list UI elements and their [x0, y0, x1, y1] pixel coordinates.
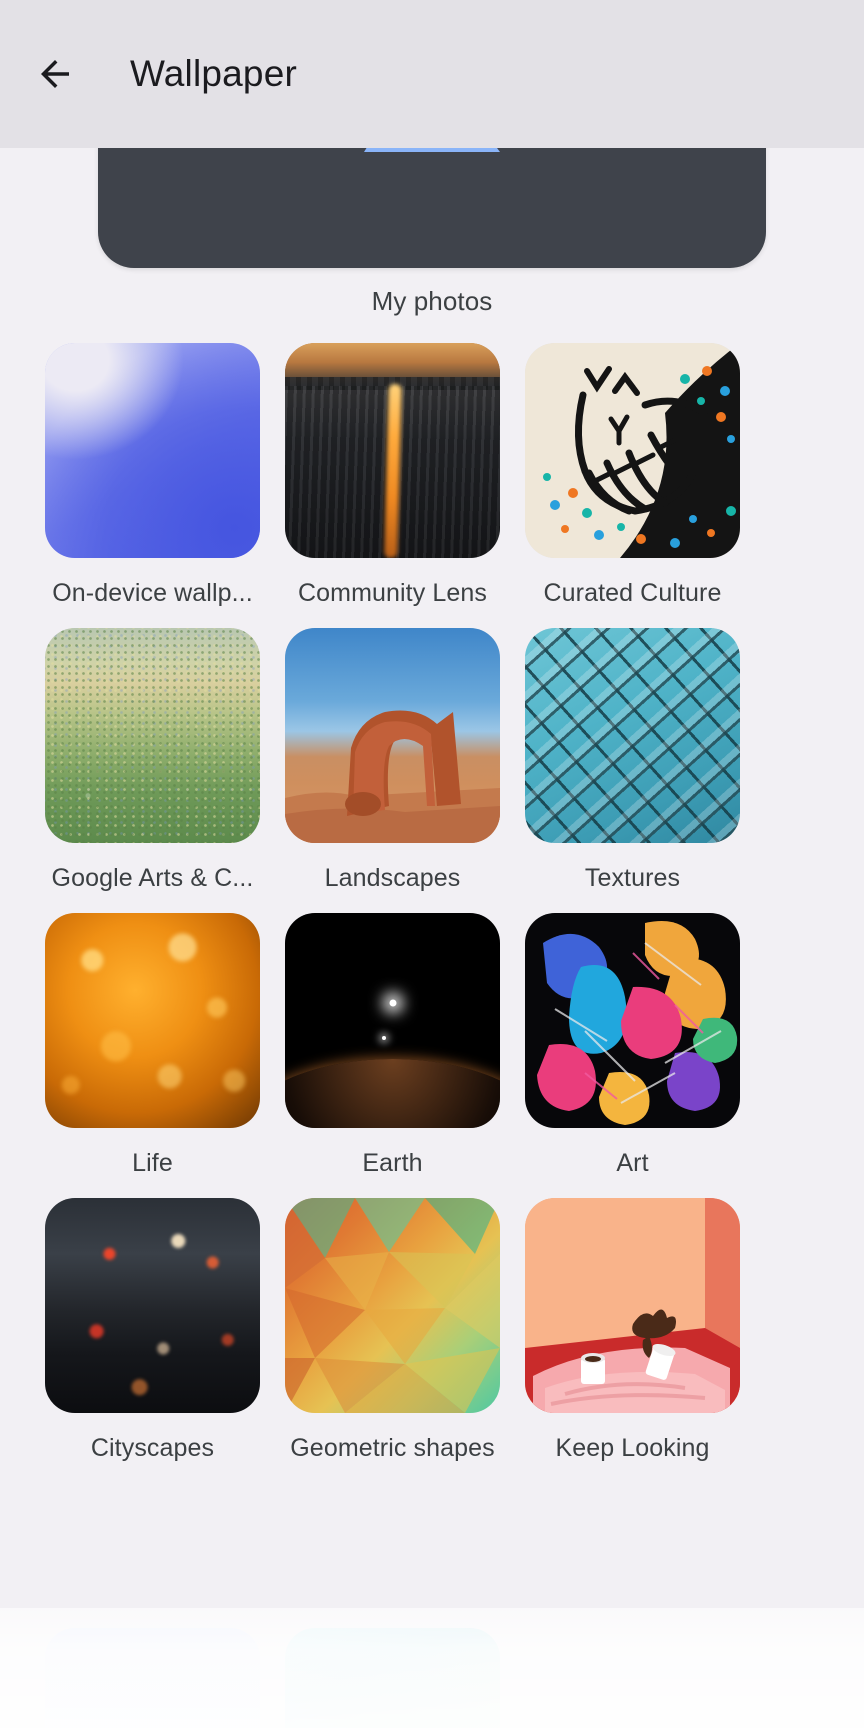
life-artwork	[45, 913, 260, 1128]
arrow-left-icon	[41, 60, 69, 88]
app-bar: Wallpaper	[0, 0, 864, 148]
earth-artwork	[285, 913, 500, 1128]
category-tile-geometric-shapes[interactable]: Geometric shapes	[285, 1198, 500, 1483]
google-arts-culture-artwork	[45, 628, 260, 843]
category-thumbnail[interactable]	[285, 343, 500, 558]
category-tile-curated-culture[interactable]: Curated Culture	[525, 343, 740, 628]
geometric-shapes-artwork	[285, 1198, 500, 1413]
category-tile-landscapes[interactable]: Landscapes	[285, 628, 500, 913]
category-label: Textures	[584, 863, 681, 892]
category-label: Life	[132, 1148, 173, 1177]
category-tile-keep-looking[interactable]: Keep Looking	[525, 1198, 740, 1483]
category-thumbnail[interactable]	[45, 1198, 260, 1413]
category-thumbnail[interactable]	[45, 343, 260, 558]
category-tile-textures[interactable]: Textures	[525, 628, 740, 913]
landscapes-artwork	[285, 628, 500, 843]
next-row-partial[interactable]	[45, 1628, 821, 1728]
wallpaper-category-grid: On-device wallp... Community Lens Curate…	[45, 343, 821, 1483]
category-thumbnail[interactable]	[525, 343, 740, 558]
category-thumbnail[interactable]	[525, 1198, 740, 1413]
category-tile-community-lens[interactable]: Community Lens	[285, 343, 500, 628]
art-artwork	[525, 913, 740, 1128]
category-thumbnail[interactable]	[525, 628, 740, 843]
category-label: Google Arts & C...	[51, 863, 254, 892]
cityscapes-artwork	[45, 1198, 260, 1413]
category-tile-google-arts-culture[interactable]: Google Arts & C...	[45, 628, 260, 913]
category-label: Curated Culture	[543, 578, 722, 607]
category-label: Cityscapes	[90, 1433, 215, 1462]
keep-looking-artwork	[525, 1198, 740, 1413]
textures-artwork	[525, 628, 740, 843]
category-tile-on-device-wallpapers[interactable]: On-device wallp...	[45, 343, 260, 628]
category-label: On-device wallp...	[52, 578, 253, 607]
category-tile-art[interactable]: Art	[525, 913, 740, 1198]
wallpaper-picker-screen: My photos On-device wallp... Community L…	[0, 0, 864, 1728]
category-thumbnail[interactable]	[45, 628, 260, 843]
community-lens-artwork	[285, 343, 500, 558]
category-thumbnail[interactable]	[285, 628, 500, 843]
category-label: Community Lens	[298, 578, 487, 607]
on-device-wallpapers-artwork	[45, 343, 260, 558]
category-thumbnail-partial[interactable]	[45, 1628, 260, 1728]
category-thumbnail[interactable]	[525, 913, 740, 1128]
category-tile-cityscapes[interactable]: Cityscapes	[45, 1198, 260, 1483]
category-thumbnail[interactable]	[285, 913, 500, 1128]
my-photos-label: My photos	[371, 286, 493, 316]
category-label: Geometric shapes	[290, 1433, 495, 1462]
category-thumbnail[interactable]	[285, 1198, 500, 1413]
category-thumbnail-partial[interactable]	[285, 1628, 500, 1728]
partial-artwork-1	[45, 1628, 260, 1728]
category-label: Keep Looking	[555, 1433, 710, 1462]
scroll-content[interactable]: My photos On-device wallp... Community L…	[0, 0, 864, 1728]
back-button[interactable]	[26, 45, 84, 103]
partial-artwork-2	[285, 1628, 500, 1728]
category-label: Landscapes	[324, 863, 461, 892]
category-tile-life[interactable]: Life	[45, 913, 260, 1198]
category-label: Art	[616, 1148, 649, 1177]
category-label: Earth	[362, 1148, 423, 1177]
category-thumbnail[interactable]	[45, 913, 260, 1128]
page-title: Wallpaper	[130, 53, 297, 94]
category-tile-earth[interactable]: Earth	[285, 913, 500, 1198]
curated-culture-artwork	[525, 343, 740, 558]
